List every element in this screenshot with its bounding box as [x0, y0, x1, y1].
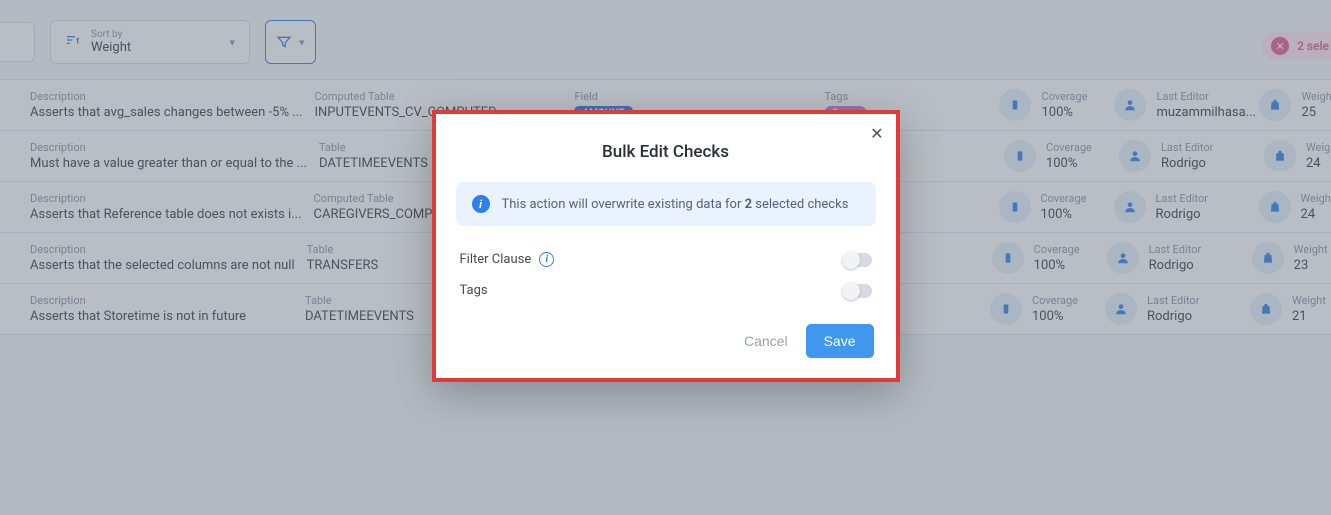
bulk-edit-modal: ✕ Bulk Edit Checks i This action will ov… — [432, 110, 900, 382]
info-icon: i — [472, 195, 490, 213]
modal-close-button[interactable]: ✕ — [870, 124, 883, 143]
modal-title: Bulk Edit Checks — [436, 114, 896, 182]
modal-info-bar: i This action will overwrite existing da… — [456, 182, 876, 226]
save-button[interactable]: Save — [806, 324, 874, 358]
modal-actions: Cancel Save — [436, 306, 896, 378]
filter-clause-toggle[interactable] — [842, 253, 872, 267]
option-tags: Tags — [436, 275, 896, 306]
filter-clause-label: Filter Clause — [460, 252, 532, 267]
tags-label: Tags — [460, 283, 488, 298]
cancel-button[interactable]: Cancel — [744, 324, 788, 358]
modal-info-text: This action will overwrite existing data… — [502, 197, 849, 212]
option-filter-clause: Filter Clause i — [436, 244, 896, 275]
tags-toggle[interactable] — [842, 284, 872, 298]
info-icon[interactable]: i — [539, 252, 554, 267]
